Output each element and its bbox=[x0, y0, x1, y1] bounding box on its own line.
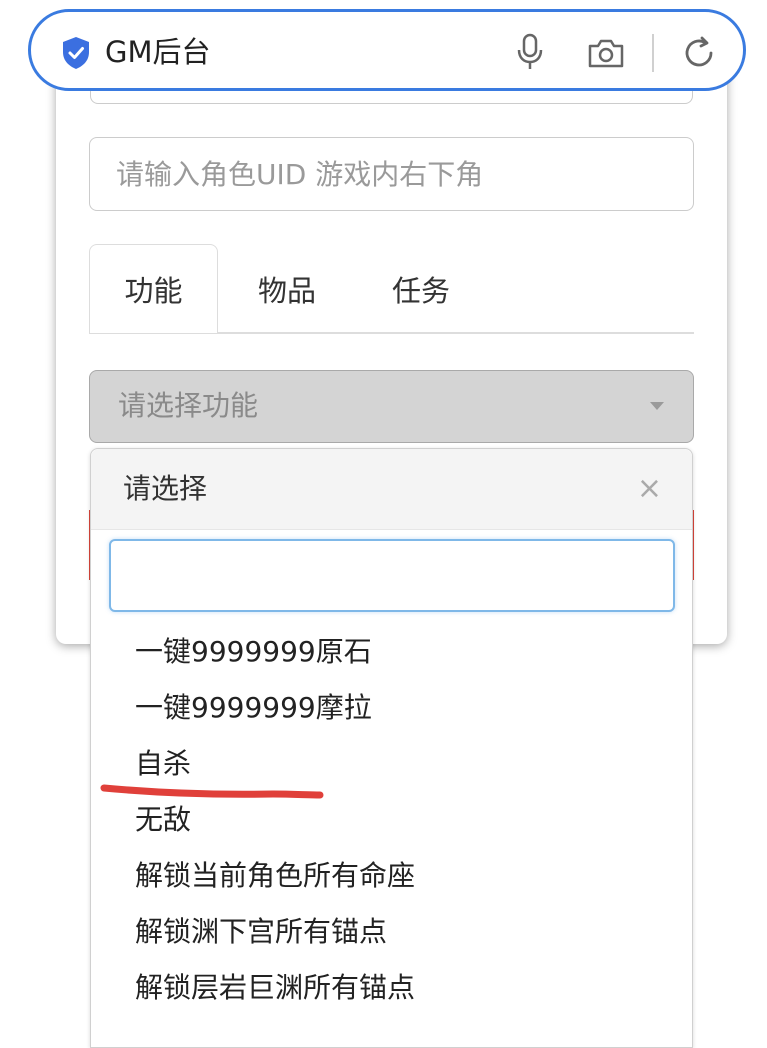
red-underline-annotation bbox=[100, 784, 324, 799]
option-unlock-enkanomiya-waypoints[interactable]: 解锁渊下宫所有锚点 bbox=[135, 911, 415, 967]
shield-check-icon bbox=[63, 37, 89, 69]
dropdown-options: 一键9999999原石 一键9999999摩拉 自杀 无敌 解锁当前角色所有命座… bbox=[135, 631, 415, 1023]
caret-down-icon bbox=[650, 402, 664, 410]
toolbar-divider bbox=[652, 34, 654, 72]
site-title: GM后台 bbox=[105, 35, 211, 69]
option-primogems[interactable]: 一键9999999原石 bbox=[135, 631, 415, 687]
dropdown-search-input[interactable] bbox=[109, 539, 675, 612]
option-unlock-constellations[interactable]: 解锁当前角色所有命座 bbox=[135, 855, 415, 911]
browser-address-bar[interactable]: GM后台 bbox=[28, 9, 746, 91]
dropdown-header: 请选择 × bbox=[91, 449, 692, 530]
dropdown-title: 请选择 bbox=[123, 472, 208, 505]
close-icon[interactable]: × bbox=[637, 471, 662, 507]
function-select-placeholder: 请选择功能 bbox=[118, 389, 259, 422]
option-unlock-chasm-waypoints[interactable]: 解锁层岩巨渊所有锚点 bbox=[135, 967, 415, 1023]
uid-input[interactable] bbox=[89, 137, 694, 211]
tab-items[interactable]: 物品 bbox=[220, 244, 354, 333]
option-invincible[interactable]: 无敌 bbox=[135, 799, 415, 855]
tab-tasks[interactable]: 任务 bbox=[354, 244, 488, 333]
camera-icon[interactable] bbox=[587, 36, 625, 70]
tab-function[interactable]: 功能 bbox=[89, 244, 218, 333]
refresh-icon[interactable] bbox=[681, 34, 717, 72]
microphone-icon[interactable] bbox=[515, 32, 545, 72]
select-dropdown: 请选择 × 一键9999999原石 一键9999999摩拉 自杀 无敌 解锁当前… bbox=[90, 448, 693, 1048]
function-select[interactable]: 请选择功能 bbox=[89, 370, 694, 443]
option-mora[interactable]: 一键9999999摩拉 bbox=[135, 687, 415, 743]
